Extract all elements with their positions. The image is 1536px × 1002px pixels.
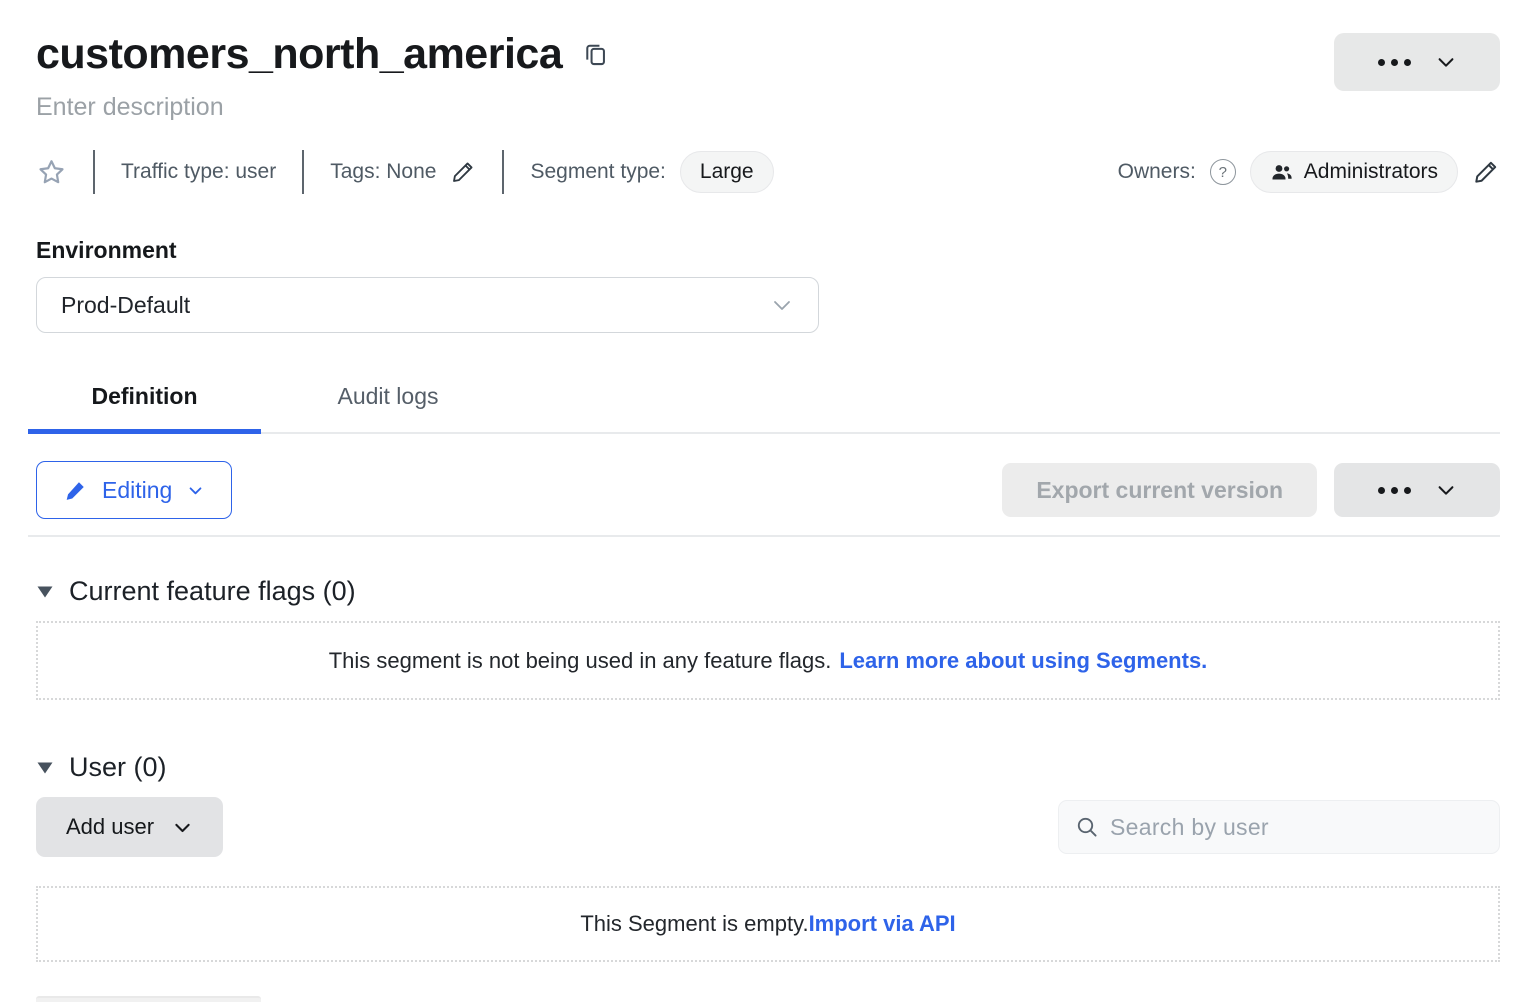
environment-selected-value: Prod-Default	[61, 292, 770, 319]
chevron-down-icon	[1435, 51, 1457, 73]
owners-value: Administrators	[1304, 160, 1438, 184]
favorite-star-icon[interactable]	[36, 157, 67, 188]
user-section-toggle[interactable]: User (0)	[36, 752, 1500, 783]
people-icon	[1270, 160, 1294, 184]
user-empty-text: This Segment is empty.	[580, 911, 808, 937]
edit-tags-pencil-icon[interactable]	[450, 159, 476, 185]
help-question-icon[interactable]: ?	[1210, 159, 1236, 185]
page-more-menu-button[interactable]	[1334, 33, 1500, 91]
caret-down-icon	[36, 585, 54, 599]
search-by-user-input[interactable]	[1110, 814, 1483, 841]
page-title: customers_north_america	[36, 31, 562, 78]
add-user-button[interactable]: Add user	[36, 797, 223, 857]
editing-label: Editing	[102, 477, 172, 504]
copy-name-icon[interactable]	[582, 41, 609, 68]
cut-off-element-below-fold	[36, 996, 261, 1002]
divider	[28, 535, 1500, 537]
tab-audit-logs[interactable]: Audit logs	[261, 374, 515, 432]
chevron-down-icon	[770, 293, 794, 317]
ellipsis-icon	[1378, 487, 1411, 494]
ellipsis-icon	[1378, 59, 1411, 66]
user-section-title: User (0)	[69, 752, 167, 783]
definition-more-menu-button[interactable]	[1334, 463, 1500, 517]
learn-more-segments-link[interactable]: Learn more about using Segments.	[839, 648, 1207, 674]
user-empty-state: This Segment is empty. Import via API	[36, 886, 1500, 962]
import-via-api-link[interactable]: Import via API	[809, 911, 956, 937]
divider	[502, 150, 504, 194]
chevron-down-icon	[1435, 479, 1457, 501]
tab-bar: Definition Audit logs	[28, 374, 1500, 434]
caret-down-icon	[36, 761, 54, 775]
divider	[302, 150, 304, 194]
environment-label: Environment	[36, 237, 1500, 264]
environment-select[interactable]: Prod-Default	[36, 277, 819, 333]
chevron-down-icon	[172, 817, 193, 838]
edit-owners-pencil-icon[interactable]	[1472, 158, 1500, 186]
feature-flags-empty-text: This segment is not being used in any fe…	[329, 648, 832, 674]
search-by-user-box	[1058, 800, 1500, 854]
tags-label: Tags: None	[330, 160, 436, 184]
segment-detail-page: customers_north_america Enter descriptio…	[0, 0, 1536, 1002]
segment-type-label: Segment type:	[530, 160, 665, 184]
definition-toolbar: Editing Export current version	[36, 461, 1500, 519]
pencil-icon	[64, 479, 87, 502]
add-user-label: Add user	[66, 814, 154, 840]
feature-flags-section-toggle[interactable]: Current feature flags (0)	[36, 576, 1500, 607]
feature-flags-empty-state: This segment is not being used in any fe…	[36, 621, 1500, 700]
export-current-version-button[interactable]: Export current version	[1002, 463, 1317, 517]
metadata-bar: Traffic type: user Tags: None Segment ty…	[36, 149, 1500, 195]
description-field[interactable]: Enter description	[36, 93, 1500, 122]
segment-type-badge: Large	[680, 151, 774, 193]
search-icon	[1075, 815, 1099, 839]
chevron-down-icon	[187, 482, 204, 499]
feature-flags-section-title: Current feature flags (0)	[69, 576, 356, 607]
traffic-type-label: Traffic type: user	[121, 160, 276, 184]
divider	[93, 150, 95, 194]
owners-badge: Administrators	[1250, 151, 1458, 193]
tab-definition[interactable]: Definition	[28, 374, 261, 432]
editing-mode-button[interactable]: Editing	[36, 461, 232, 519]
owners-label: Owners:	[1118, 160, 1196, 184]
